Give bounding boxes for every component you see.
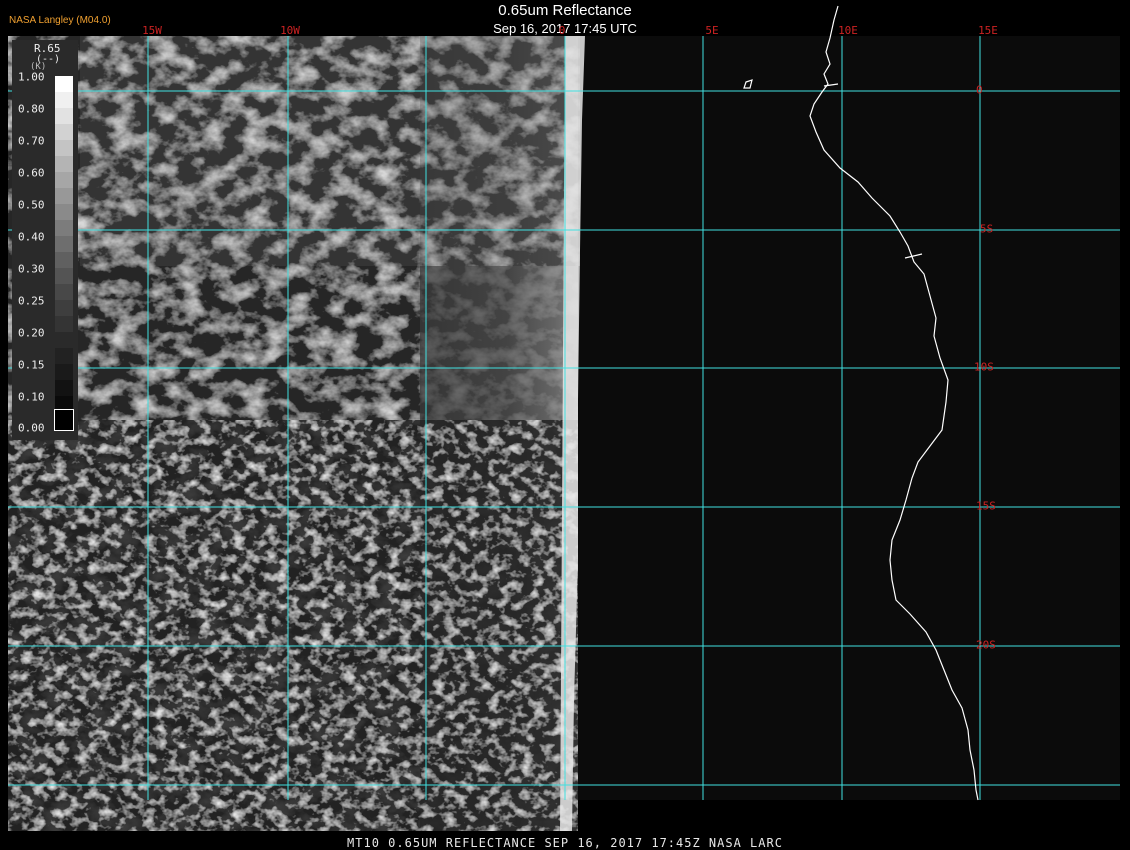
colorbar-swatch xyxy=(55,188,73,204)
lat-label-15s: 15S xyxy=(976,499,996,513)
colorbar-swatch xyxy=(55,268,73,284)
colorbar-legend: R.65 (--) (K) 1.00 0.80 0.70 0.60 0.50 0… xyxy=(12,40,78,440)
colorbar-swatch xyxy=(55,252,73,268)
lon-label-5e: 5E xyxy=(705,24,719,37)
lat-label-5s: 5S xyxy=(980,222,994,236)
lat-label-0: 0 xyxy=(976,83,983,97)
legend-tick: 0.10 xyxy=(18,390,45,404)
colorbar-swatch xyxy=(55,236,73,252)
colorbar-swatch xyxy=(55,364,73,380)
legend-tick: 0.50 xyxy=(18,198,45,212)
colorbar-swatch xyxy=(55,156,73,172)
legend-tick: 0.00 xyxy=(18,421,45,435)
colorbar-swatch xyxy=(55,220,73,236)
colorbar-swatch xyxy=(55,76,73,92)
lon-label-10w: 10W xyxy=(280,24,300,37)
lon-label-15e: 15E xyxy=(978,24,998,37)
colorbar-swatch xyxy=(55,300,73,316)
lon-label-15w: 15W xyxy=(142,24,162,37)
colorbar-swatch xyxy=(55,348,73,364)
footer-caption: MT10 0.65UM REFLECTANCE SEP 16, 2017 17:… xyxy=(347,836,783,850)
cloud-imagery xyxy=(8,36,585,831)
legend-tick: 0.40 xyxy=(18,230,45,244)
colorbar-swatch xyxy=(55,172,73,188)
colorbar-swatch xyxy=(55,284,73,300)
legend-tick: 0.60 xyxy=(18,166,45,180)
colorbar-swatch xyxy=(55,92,73,108)
legend-tick: 0.30 xyxy=(18,262,45,276)
lat-label-20s: 20S xyxy=(976,638,996,652)
lon-label-10e: 10E xyxy=(838,24,858,37)
colorbar-swatch xyxy=(55,316,73,332)
colorbar-swatch xyxy=(55,380,73,396)
colorbar-swatch xyxy=(55,140,73,156)
colorbar-swatch xyxy=(54,409,74,431)
legend-tick: 0.20 xyxy=(18,326,45,340)
colorbar-swatch xyxy=(55,396,73,410)
product-title: 0.65um Reflectance xyxy=(498,2,632,19)
legend-tick: 0.25 xyxy=(18,294,45,308)
colorbar-swatch xyxy=(55,204,73,220)
satellite-map xyxy=(0,5,1130,850)
lat-label-10s: 10S xyxy=(974,360,994,374)
legend-tick: 0.80 xyxy=(18,102,45,116)
legend-tick: 0.15 xyxy=(18,358,45,372)
colorbar-swatch xyxy=(55,108,73,124)
lon-label-0: 0 xyxy=(558,24,566,37)
legend-tick: 0.70 xyxy=(18,134,45,148)
colorbar-swatch xyxy=(55,124,73,140)
colorbar-swatch xyxy=(55,332,73,348)
legend-tick: 1.00 xyxy=(18,70,45,84)
